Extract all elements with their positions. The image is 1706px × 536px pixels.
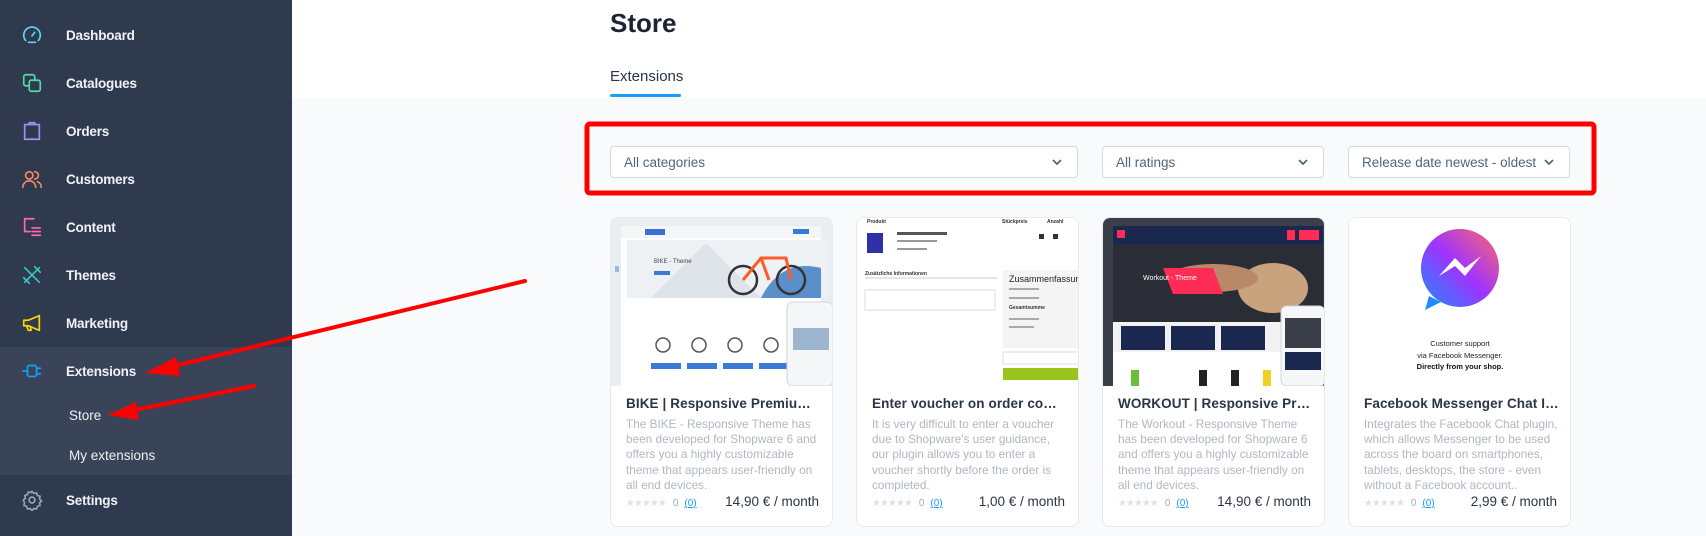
rating-value: 0 — [1164, 498, 1171, 509]
gauge-icon — [20, 23, 44, 47]
sidebar-item-settings[interactable]: Settings — [0, 476, 292, 524]
extension-card[interactable]: Customer support via Facebook Messenger.… — [1348, 217, 1571, 527]
extension-title[interactable]: Enter voucher on order comp... — [872, 396, 1068, 411]
rating: ★★★★★ 0 (0) — [626, 498, 697, 509]
tab-active-indicator — [610, 94, 681, 97]
thumbnail-line: via Facebook Messenger. — [1417, 351, 1502, 360]
megaphone-icon — [20, 311, 44, 335]
reviews-link[interactable]: (0) — [1176, 498, 1188, 509]
sidebar-item-themes[interactable]: Themes — [0, 251, 292, 299]
extension-description: The BIKE - Responsive Theme has been dev… — [626, 417, 817, 492]
rating-value: 0 — [918, 498, 925, 509]
rating-select-value: All ratings — [1116, 154, 1176, 170]
extension-description: The Workout - Responsive Theme has been … — [1118, 417, 1309, 492]
star-rating-icon: ★★★★★ — [1118, 498, 1159, 509]
sidebar-item-marketing[interactable]: Marketing — [0, 299, 292, 347]
reviews-link[interactable]: (0) — [1422, 498, 1434, 509]
thumbnail-caption: BIKE - Theme — [654, 259, 692, 265]
extension-thumbnail: Customer support via Facebook Messenger.… — [1349, 218, 1570, 386]
tab-extensions[interactable]: Extensions — [610, 68, 683, 85]
extension-description: Integrates the Facebook Chat plugin, whi… — [1364, 417, 1558, 492]
thumbnail-caption: Workout - Theme — [1143, 275, 1197, 282]
paintbrush-icon — [20, 263, 44, 287]
thumbnail-label: Gesamtsumme — [1009, 305, 1045, 311]
rating: ★★★★★ 0 (0) — [1364, 498, 1435, 509]
extension-thumbnail: Produkt Stückpreis Anzahl Zusätzliche In… — [857, 218, 1079, 386]
catalogue-icon — [20, 71, 44, 95]
sidebar-item-dashboard[interactable]: Dashboard — [0, 11, 292, 59]
sort-select[interactable]: Release date newest - oldest — [1348, 146, 1570, 178]
page-title: Store — [610, 8, 677, 38]
star-rating-icon: ★★★★★ — [626, 498, 667, 509]
extension-price: 1,00 € / month — [978, 494, 1065, 509]
sidebar-item-content[interactable]: Content — [0, 203, 292, 251]
gear-icon — [20, 488, 44, 512]
messenger-logo-icon — [1421, 229, 1499, 310]
sidebar-item-catalogues[interactable]: Catalogues — [0, 59, 292, 107]
users-icon — [20, 167, 44, 191]
extension-description: It is very difficult to enter a voucher … — [872, 417, 1055, 492]
sort-select-value: Release date newest - oldest — [1362, 154, 1537, 170]
extension-card[interactable]: Produkt Stückpreis Anzahl Zusätzliche In… — [856, 217, 1079, 527]
star-rating-icon: ★★★★★ — [872, 498, 913, 509]
thumbnail-label: Zusätzliche Informationen — [865, 271, 927, 277]
thumbnail-label: Produkt — [867, 219, 886, 225]
extension-thumbnail: BIKE - Theme — [611, 218, 832, 386]
rating: ★★★★★ 0 (0) — [1118, 498, 1189, 509]
thumbnail-label: Zusammenfassung — [1009, 274, 1079, 284]
rating-value: 0 — [672, 498, 679, 509]
extension-card[interactable]: Workout - Theme WORKOUT | Responsive Pre… — [1102, 217, 1325, 527]
extension-price: 14,90 € / month — [725, 494, 819, 509]
plug-icon — [20, 359, 44, 383]
extension-card[interactable]: BIKE - Theme BIKE | Responsive Premium T… — [610, 217, 833, 527]
chevron-down-icon — [1544, 159, 1554, 166]
shopping-bag-icon — [20, 119, 44, 143]
page-header — [292, 0, 1706, 98]
rating: ★★★★★ 0 (0) — [872, 498, 943, 509]
thumbnail-line: Directly from your shop. — [1417, 362, 1504, 371]
chevron-down-icon — [1052, 159, 1062, 166]
sidebar-subitem-store[interactable]: Store — [69, 408, 101, 423]
sidebar-item-extensions[interactable]: Extensions — [0, 347, 292, 395]
sidebar-subitem-my-extensions[interactable]: My extensions — [69, 448, 155, 463]
extension-title[interactable]: Facebook Messenger Chat Int... — [1364, 396, 1560, 411]
extension-price: 14,90 € / month — [1217, 494, 1311, 509]
extension-thumbnail: Workout - Theme — [1103, 218, 1324, 386]
category-select[interactable]: All categories — [610, 146, 1078, 178]
content-icon — [20, 215, 44, 239]
reviews-link[interactable]: (0) — [684, 498, 696, 509]
reviews-link[interactable]: (0) — [930, 498, 942, 509]
rating-value: 0 — [1410, 498, 1417, 509]
rating-select[interactable]: All ratings — [1102, 146, 1324, 178]
extension-price: 2,99 € / month — [1470, 494, 1557, 509]
thumbnail-label: Anzahl — [1047, 219, 1064, 225]
sidebar-item-customers[interactable]: Customers — [0, 155, 292, 203]
extension-title[interactable]: BIKE | Responsive Premium T... — [626, 396, 822, 411]
star-rating-icon: ★★★★★ — [1364, 498, 1405, 509]
thumbnail-label: Stückpreis — [1002, 219, 1028, 225]
thumbnail-line: Customer support — [1430, 339, 1491, 348]
chevron-down-icon — [1298, 159, 1308, 166]
sidebar-item-orders[interactable]: Orders — [0, 107, 292, 155]
sidebar: Dashboard Catalogues Orders Customers Co… — [0, 0, 292, 536]
category-select-value: All categories — [624, 154, 706, 170]
extension-title[interactable]: WORKOUT | Responsive Prem... — [1118, 396, 1314, 411]
